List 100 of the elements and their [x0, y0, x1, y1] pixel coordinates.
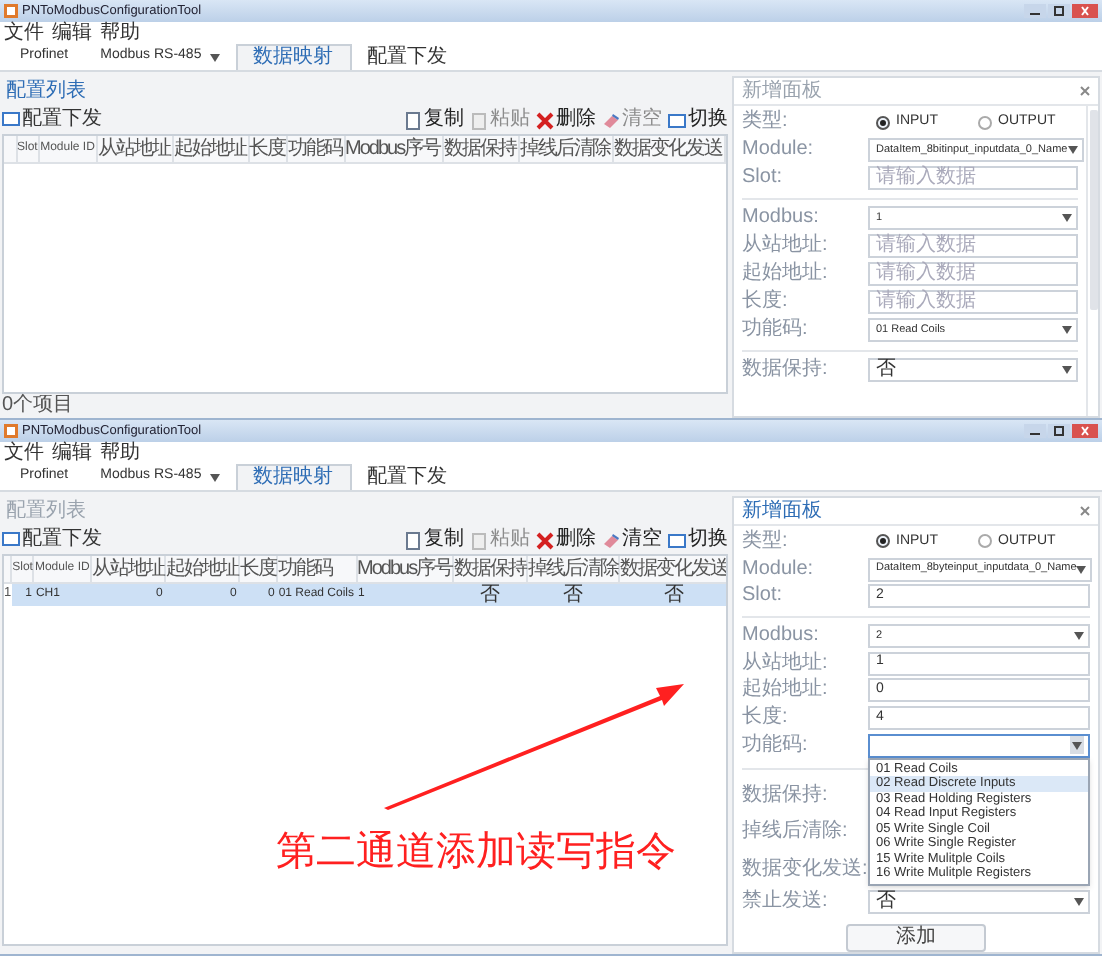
eraser-icon: [602, 531, 620, 549]
document-icon: [404, 111, 422, 129]
field-label: 起始地址:: [742, 262, 830, 286]
tab[interactable]: 数据映射: [235, 44, 352, 70]
monitor-icon: [2, 532, 20, 548]
toolbar-button[interactable]: 复制: [404, 110, 464, 130]
column-header[interactable]: 掉线后清除: [518, 136, 613, 162]
cross-icon: [536, 111, 554, 129]
field-label: 长度:: [742, 706, 790, 731]
close-icon[interactable]: [1072, 4, 1098, 18]
close-icon[interactable]: [1072, 424, 1098, 438]
tab[interactable]: 数据映射: [235, 464, 352, 490]
toolbar-button[interactable]: 删除: [536, 110, 596, 130]
column-header[interactable]: 掉线后清除: [527, 556, 620, 582]
monitor-icon: [2, 112, 20, 128]
menu-item[interactable]: 编辑: [52, 443, 92, 463]
menu-item[interactable]: 文件: [4, 23, 44, 43]
radio-button[interactable]: [978, 534, 992, 549]
panel-title: 新增面板: [742, 499, 822, 523]
field-label: 类型:: [742, 529, 790, 554]
menu-item[interactable]: 编辑: [52, 23, 92, 43]
column-header[interactable]: 从站地址: [90, 556, 165, 582]
tab[interactable]: 配置下发: [351, 464, 464, 490]
close-icon[interactable]: [1080, 86, 1090, 96]
field-label: 从站地址:: [742, 234, 830, 258]
column-header[interactable]: 长度: [238, 556, 277, 582]
menu-item[interactable]: 帮助: [100, 23, 140, 43]
menu-item[interactable]: 文件: [4, 443, 44, 463]
dropdown-field[interactable]: 否: [868, 890, 1090, 915]
field-label: 长度:: [742, 290, 790, 314]
caret-icon: [1072, 741, 1082, 750]
cross-icon: [536, 531, 554, 549]
window-icon: [668, 531, 686, 549]
window-icon: [668, 111, 686, 129]
minimize-icon[interactable]: [1024, 424, 1046, 438]
column-header[interactable]: 功能码: [276, 556, 357, 582]
field-label: 数据变化发送:: [742, 857, 868, 882]
dropdown-field[interactable]: 否: [868, 358, 1078, 382]
maximize-icon[interactable]: [1048, 424, 1070, 438]
scrollbar[interactable]: [1086, 106, 1098, 416]
field-label: 数据保持:: [742, 358, 830, 382]
tab[interactable]: 配置下发: [351, 44, 464, 70]
column-header[interactable]: 数据保持: [453, 556, 528, 582]
annotation-text: 第二通道添加读写指令: [276, 828, 676, 876]
caret-icon: [1074, 631, 1084, 640]
toolbar-button[interactable]: 复制: [404, 530, 464, 550]
field-label: Modbus:: [742, 623, 821, 648]
menu-item[interactable]: 帮助: [100, 443, 140, 463]
app-icon: [4, 4, 18, 18]
upload-button[interactable]: 配置下发: [2, 530, 102, 550]
radio-button[interactable]: [978, 115, 992, 129]
field-label: Slot:: [742, 584, 785, 609]
column-header[interactable]: Modbus序号: [356, 556, 454, 582]
upload-button[interactable]: 配置下发: [2, 110, 102, 130]
document-icon: [404, 531, 422, 549]
column-header[interactable]: 从站地址: [97, 136, 173, 162]
minimize-icon[interactable]: [1024, 4, 1046, 18]
close-icon[interactable]: [1080, 506, 1090, 516]
panel-title: 新增面板: [742, 79, 822, 103]
field-label: Module:: [742, 138, 816, 162]
caret-icon: [1062, 326, 1072, 334]
list-title: 配置列表: [6, 501, 86, 521]
add-button[interactable]: 添加: [846, 923, 986, 952]
caret-icon: [1074, 898, 1084, 907]
field-label: 起始地址:: [742, 678, 830, 703]
field-label: 类型:: [742, 110, 790, 134]
dropdown-field[interactable]: [868, 733, 1090, 758]
toolbar-button[interactable]: 清空: [602, 530, 662, 550]
clipboard-icon: [470, 111, 488, 129]
toolbar-button[interactable]: 删除: [536, 530, 596, 550]
eraser-icon: [602, 111, 620, 129]
caret-icon: [1076, 565, 1087, 574]
maximize-icon[interactable]: [1048, 4, 1070, 18]
status-text: 0个项目: [2, 396, 74, 416]
column-header[interactable]: 数据变化发送: [612, 136, 725, 162]
caret-icon: [1062, 366, 1072, 374]
column-header[interactable]: 起始地址: [164, 556, 239, 582]
app-icon: [4, 424, 18, 438]
radio-button[interactable]: [876, 534, 890, 549]
toolbar-button[interactable]: 切换: [668, 530, 728, 550]
column-header[interactable]: 长度: [248, 136, 287, 162]
clipboard-icon: [470, 531, 488, 549]
column-header[interactable]: Modbus序号: [344, 136, 444, 162]
field-label: 从站地址:: [742, 651, 830, 676]
column-header[interactable]: 起始地址: [172, 136, 249, 162]
field-label: 掉线后清除:: [742, 820, 850, 845]
field-label: Module:: [742, 557, 816, 582]
column-header[interactable]: 数据保持: [443, 136, 519, 162]
field-label: 数据保持:: [742, 783, 830, 808]
radio-button[interactable]: [876, 115, 890, 129]
caret-icon: [1062, 214, 1072, 222]
caret-icon: [1067, 146, 1078, 154]
field-label: 功能码:: [742, 318, 810, 342]
field-label: Slot:: [742, 166, 785, 190]
field-label: 禁止发送:: [742, 890, 830, 915]
toolbar-button[interactable]: 切换: [668, 110, 728, 130]
column-header[interactable]: 功能码: [286, 136, 345, 162]
field-label: 功能码:: [742, 733, 810, 758]
list-title: 配置列表: [6, 81, 86, 101]
field-label: Modbus:: [742, 206, 821, 230]
